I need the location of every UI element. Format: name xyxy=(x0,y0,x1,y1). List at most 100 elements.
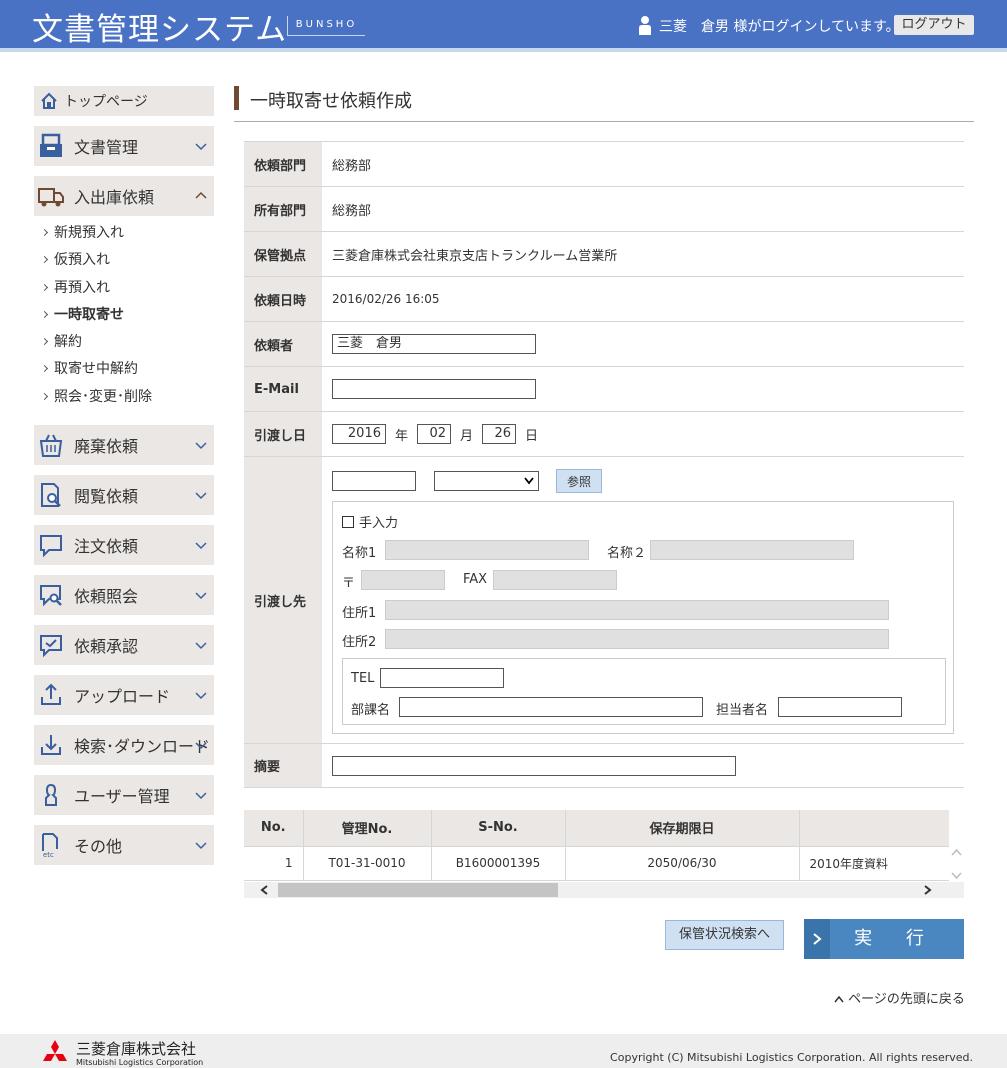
sub-item-inquiry[interactable]: 照会･変更･削除 xyxy=(42,386,214,413)
sidebar-item-label: 注文依頼 xyxy=(74,537,139,557)
sidebar-item-upload[interactable]: アップロード xyxy=(34,675,214,716)
dest-code-input[interactable] xyxy=(332,471,416,491)
cell-s-no: B1600001395 xyxy=(431,846,566,881)
sidebar-item-order[interactable]: 注文依頼 xyxy=(34,525,214,566)
chevron-down-icon xyxy=(195,642,207,650)
owner-value: 総務部 xyxy=(332,203,372,219)
day-unit: 日 xyxy=(525,428,539,444)
scroll-right-icon[interactable] xyxy=(922,885,932,895)
dest-select[interactable] xyxy=(434,471,539,491)
sidebar-item-approval[interactable]: 依頼承認 xyxy=(34,625,214,666)
sidebar-item-viewing[interactable]: 閲覧依頼 xyxy=(34,475,214,516)
title-accent-bar xyxy=(234,86,239,110)
cell-remarks: 2010年度資料 xyxy=(799,846,949,881)
form-row-email: E-Mail xyxy=(244,366,964,411)
ref-button[interactable]: 参照 xyxy=(556,469,602,493)
delivery-cell: 2016 年 02 月 26 日 xyxy=(322,412,964,456)
dropdown-arrow-icon xyxy=(524,477,534,485)
summary-label: 摘要 xyxy=(244,744,322,787)
sidebar-item-inout[interactable]: 入出庫依頼 xyxy=(34,176,214,216)
sub-item-redeposit[interactable]: 再預入れ xyxy=(42,277,214,304)
sidebar-item-request-inquiry[interactable]: 依頼照会 xyxy=(34,575,214,616)
name1-label: 名称1 xyxy=(342,546,377,561)
summary-input[interactable] xyxy=(332,755,736,776)
sub-item-new-deposit[interactable]: 新規預入れ xyxy=(42,222,214,249)
scroll-left-icon[interactable] xyxy=(260,885,270,895)
scroll-arrows-icon xyxy=(951,848,962,880)
chevron-right-icon xyxy=(813,933,822,945)
zip-input[interactable] xyxy=(361,570,445,590)
form-row-date: 依頼日時 2016/02/26 16:05 xyxy=(244,276,964,321)
zip-label: 〒 xyxy=(342,576,356,591)
chevron-down-icon xyxy=(195,742,207,750)
chevron-down-icon xyxy=(195,442,207,450)
cell-retention-date: 2050/06/30 xyxy=(565,846,800,881)
download-icon xyxy=(34,725,68,765)
execute-button[interactable]: 実 行 xyxy=(804,919,964,959)
app-title: 文書管理システム xyxy=(32,12,288,48)
sidebar-item-top[interactable]: トップページ xyxy=(34,86,214,116)
col-remarks xyxy=(799,810,949,847)
scroll-thumb[interactable] xyxy=(278,883,558,897)
day-input[interactable]: 26 xyxy=(482,424,517,444)
fax-input[interactable] xyxy=(493,570,617,590)
tel-input[interactable] xyxy=(380,668,504,688)
bubble-search-icon xyxy=(34,575,68,615)
addr2-input[interactable] xyxy=(385,629,889,649)
chevron-down-icon xyxy=(195,792,207,800)
sub-menu: 新規預入れ 仮預入れ 再預入れ 一時取寄せ 解約 取寄せ中解約 照会･変更･削除 xyxy=(42,222,214,413)
section-input[interactable] xyxy=(399,697,703,717)
copyright: Copyright (C) Mitsubishi Logistics Corpo… xyxy=(610,1051,973,1064)
manual-checkbox[interactable] xyxy=(342,515,354,528)
email-input[interactable] xyxy=(332,379,536,399)
items-table-wrap: No. 管理No. S-No. 保存期限日 1 T01-31-0010 B160… xyxy=(244,810,964,898)
etc-document-icon: etc xyxy=(34,825,68,865)
dest-cell: 参照 手入力 名称1 名称２ 〒 FAX 住所1 住所2 TEL 部課名 担当者… xyxy=(322,457,964,743)
horizontal-scrollbar[interactable] xyxy=(244,882,964,898)
chevron-up-icon xyxy=(195,191,207,199)
sub-item-cancel[interactable]: 解約 xyxy=(42,331,214,358)
person-input[interactable] xyxy=(778,697,902,717)
sidebar-item-other[interactable]: etc その他 xyxy=(34,825,214,866)
sidebar-item-disposal[interactable]: 廃棄依頼 xyxy=(34,425,214,466)
year-input[interactable]: 2016 xyxy=(332,424,386,444)
chevron-down-icon xyxy=(195,143,207,151)
name2-label: 名称２ xyxy=(607,546,647,561)
sub-item-cancel-during[interactable]: 取寄せ中解約 xyxy=(42,358,214,385)
sidebar: トップページ 文書管理 入出庫依頼 新規預入れ 仮預入れ 再預入れ 一時取寄せ … xyxy=(34,86,214,875)
sidebar-item-search-download[interactable]: 検索･ダウンロード xyxy=(34,725,214,766)
company-name-en: Mitsubishi Logistics Corporation xyxy=(76,1058,204,1067)
name2-input[interactable] xyxy=(650,540,854,560)
storage-search-button[interactable]: 保管状況検索へ xyxy=(665,920,784,950)
sidebar-item-document[interactable]: 文書管理 xyxy=(34,126,214,166)
manual-label: 手入力 xyxy=(359,516,399,531)
requester-input[interactable]: 三菱 倉男 xyxy=(332,334,536,354)
sidebar-item-label: 文書管理 xyxy=(74,138,139,157)
table-row[interactable]: 1 T01-31-0010 B1600001395 2050/06/30 201… xyxy=(244,846,949,881)
bubble-check-icon xyxy=(34,625,68,665)
chevron-down-icon xyxy=(195,692,207,700)
document-icon xyxy=(34,126,68,166)
col-retention-date: 保存期限日 xyxy=(565,810,800,847)
sub-item-temp-deposit[interactable]: 仮預入れ xyxy=(42,249,214,276)
sidebar-item-label: 検索･ダウンロード xyxy=(74,737,211,757)
basket-icon xyxy=(34,425,68,465)
date-label: 依頼日時 xyxy=(244,277,322,321)
logout-button[interactable]: ログアウト xyxy=(894,15,974,35)
owner-label: 所有部門 xyxy=(244,187,322,231)
name1-input[interactable] xyxy=(385,540,589,560)
cell-management-no: T01-31-0010 xyxy=(303,846,432,881)
back-to-top-link[interactable]: ページの先頭に戻る xyxy=(834,988,965,1007)
month-input[interactable]: 02 xyxy=(417,424,452,444)
user-outline-icon xyxy=(34,775,68,815)
sub-item-temp-retrieve[interactable]: 一時取寄せ xyxy=(42,304,214,331)
form-row-destination: 引渡し先 参照 手入力 名称1 名称２ 〒 FAX 住所1 住所2 TEL 部課… xyxy=(244,456,964,743)
form-row-base: 保管拠点 三菱倉庫株式会社東京支店トランクルーム営業所 xyxy=(244,231,964,276)
sidebar-item-user-management[interactable]: ユーザー管理 xyxy=(34,775,214,816)
requester-label: 依頼者 xyxy=(244,322,322,366)
upload-icon xyxy=(34,675,68,715)
addr1-input[interactable] xyxy=(385,600,889,620)
vertical-scrollbar[interactable] xyxy=(949,846,964,882)
form-row-delivery-date: 引渡し日 2016 年 02 月 26 日 xyxy=(244,411,964,456)
request-form: 依頼部門 総務部 所有部門 総務部 保管拠点 三菱倉庫株式会社東京支店トランクル… xyxy=(244,141,964,788)
